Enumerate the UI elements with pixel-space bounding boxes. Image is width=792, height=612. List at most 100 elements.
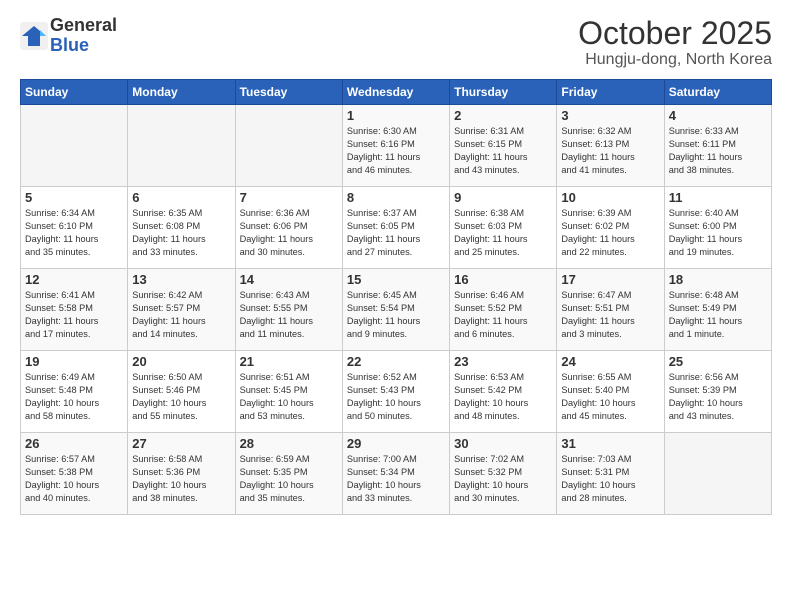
month-title: October 2025	[578, 16, 772, 51]
calendar-cell: 22 Sunrise: 6:52 AM Sunset: 5:43 PM Dayli…	[342, 351, 449, 433]
calendar-cell: 27 Sunrise: 6:58 AM Sunset: 5:36 PM Dayli…	[128, 433, 235, 515]
day-number: 7	[240, 190, 338, 205]
day-number: 20	[132, 354, 230, 369]
calendar-header-row: Sunday Monday Tuesday Wednesday Thursday…	[21, 80, 772, 105]
calendar-cell: 20 Sunrise: 6:50 AM Sunset: 5:46 PM Dayli…	[128, 351, 235, 433]
title-block: October 2025 Hungju-dong, North Korea	[578, 16, 772, 69]
day-info: Sunrise: 6:39 AM Sunset: 6:02 PM Dayligh…	[561, 207, 659, 259]
day-info: Sunrise: 6:57 AM Sunset: 5:38 PM Dayligh…	[25, 453, 123, 505]
day-info: Sunrise: 6:53 AM Sunset: 5:42 PM Dayligh…	[454, 371, 552, 423]
logo-icon	[20, 22, 48, 50]
day-info: Sunrise: 6:38 AM Sunset: 6:03 PM Dayligh…	[454, 207, 552, 259]
day-info: Sunrise: 6:51 AM Sunset: 5:45 PM Dayligh…	[240, 371, 338, 423]
day-info: Sunrise: 6:30 AM Sunset: 6:16 PM Dayligh…	[347, 125, 445, 177]
col-wednesday: Wednesday	[342, 80, 449, 105]
day-number: 11	[669, 190, 767, 205]
calendar-table: Sunday Monday Tuesday Wednesday Thursday…	[20, 79, 772, 515]
day-info: Sunrise: 6:37 AM Sunset: 6:05 PM Dayligh…	[347, 207, 445, 259]
calendar-week-1: 1 Sunrise: 6:30 AM Sunset: 6:16 PM Daylig…	[21, 105, 772, 187]
page: General Blue October 2025 Hungju-dong, N…	[0, 0, 792, 612]
day-info: Sunrise: 6:42 AM Sunset: 5:57 PM Dayligh…	[132, 289, 230, 341]
day-info: Sunrise: 7:03 AM Sunset: 5:31 PM Dayligh…	[561, 453, 659, 505]
day-info: Sunrise: 6:43 AM Sunset: 5:55 PM Dayligh…	[240, 289, 338, 341]
day-number: 1	[347, 108, 445, 123]
day-number: 26	[25, 436, 123, 451]
day-number: 18	[669, 272, 767, 287]
day-info: Sunrise: 6:45 AM Sunset: 5:54 PM Dayligh…	[347, 289, 445, 341]
day-number: 16	[454, 272, 552, 287]
calendar-cell: 30 Sunrise: 7:02 AM Sunset: 5:32 PM Dayli…	[450, 433, 557, 515]
day-number: 19	[25, 354, 123, 369]
day-number: 3	[561, 108, 659, 123]
day-info: Sunrise: 6:35 AM Sunset: 6:08 PM Dayligh…	[132, 207, 230, 259]
day-info: Sunrise: 6:31 AM Sunset: 6:15 PM Dayligh…	[454, 125, 552, 177]
day-number: 21	[240, 354, 338, 369]
calendar-cell: 24 Sunrise: 6:55 AM Sunset: 5:40 PM Dayli…	[557, 351, 664, 433]
day-number: 8	[347, 190, 445, 205]
calendar-cell: 31 Sunrise: 7:03 AM Sunset: 5:31 PM Dayli…	[557, 433, 664, 515]
day-number: 14	[240, 272, 338, 287]
logo: General Blue	[20, 16, 117, 56]
day-number: 29	[347, 436, 445, 451]
day-info: Sunrise: 6:56 AM Sunset: 5:39 PM Dayligh…	[669, 371, 767, 423]
day-number: 9	[454, 190, 552, 205]
day-number: 6	[132, 190, 230, 205]
location-subtitle: Hungju-dong, North Korea	[578, 51, 772, 69]
calendar-cell	[128, 105, 235, 187]
calendar-cell: 6 Sunrise: 6:35 AM Sunset: 6:08 PM Daylig…	[128, 187, 235, 269]
calendar-cell	[235, 105, 342, 187]
calendar-cell: 28 Sunrise: 6:59 AM Sunset: 5:35 PM Dayli…	[235, 433, 342, 515]
col-monday: Monday	[128, 80, 235, 105]
day-number: 27	[132, 436, 230, 451]
day-number: 22	[347, 354, 445, 369]
day-info: Sunrise: 7:00 AM Sunset: 5:34 PM Dayligh…	[347, 453, 445, 505]
day-info: Sunrise: 6:55 AM Sunset: 5:40 PM Dayligh…	[561, 371, 659, 423]
day-number: 2	[454, 108, 552, 123]
day-number: 13	[132, 272, 230, 287]
day-number: 28	[240, 436, 338, 451]
calendar-week-3: 12Sunrise: 6:41 AM Sunset: 5:58 PM Dayli…	[21, 269, 772, 351]
day-number: 10	[561, 190, 659, 205]
calendar-cell	[21, 105, 128, 187]
day-number: 30	[454, 436, 552, 451]
calendar-week-2: 5 Sunrise: 6:34 AM Sunset: 6:10 PM Daylig…	[21, 187, 772, 269]
calendar-week-4: 19 Sunrise: 6:49 AM Sunset: 5:48 PM Dayli…	[21, 351, 772, 433]
calendar-cell: 12Sunrise: 6:41 AM Sunset: 5:58 PM Dayli…	[21, 269, 128, 351]
calendar-cell: 8 Sunrise: 6:37 AM Sunset: 6:05 PM Daylig…	[342, 187, 449, 269]
calendar-cell: 17Sunrise: 6:47 AM Sunset: 5:51 PM Dayli…	[557, 269, 664, 351]
day-info: Sunrise: 6:59 AM Sunset: 5:35 PM Dayligh…	[240, 453, 338, 505]
calendar-cell: 2 Sunrise: 6:31 AM Sunset: 6:15 PM Daylig…	[450, 105, 557, 187]
col-sunday: Sunday	[21, 80, 128, 105]
day-info: Sunrise: 6:32 AM Sunset: 6:13 PM Dayligh…	[561, 125, 659, 177]
logo-blue-text: Blue	[50, 35, 89, 55]
col-tuesday: Tuesday	[235, 80, 342, 105]
calendar-cell: 4Sunrise: 6:33 AM Sunset: 6:11 PM Daylig…	[664, 105, 771, 187]
col-thursday: Thursday	[450, 80, 557, 105]
day-number: 25	[669, 354, 767, 369]
day-info: Sunrise: 6:52 AM Sunset: 5:43 PM Dayligh…	[347, 371, 445, 423]
day-number: 12	[25, 272, 123, 287]
day-info: Sunrise: 6:50 AM Sunset: 5:46 PM Dayligh…	[132, 371, 230, 423]
day-number: 5	[25, 190, 123, 205]
calendar-cell: 3 Sunrise: 6:32 AM Sunset: 6:13 PM Daylig…	[557, 105, 664, 187]
calendar-cell: 14 Sunrise: 6:43 AM Sunset: 5:55 PM Dayli…	[235, 269, 342, 351]
day-number: 31	[561, 436, 659, 451]
day-info: Sunrise: 6:40 AM Sunset: 6:00 PM Dayligh…	[669, 207, 767, 259]
day-info: Sunrise: 7:02 AM Sunset: 5:32 PM Dayligh…	[454, 453, 552, 505]
col-saturday: Saturday	[664, 80, 771, 105]
calendar-cell: 23Sunrise: 6:53 AM Sunset: 5:42 PM Dayli…	[450, 351, 557, 433]
calendar-cell: 18Sunrise: 6:48 AM Sunset: 5:49 PM Dayli…	[664, 269, 771, 351]
day-number: 24	[561, 354, 659, 369]
day-info: Sunrise: 6:34 AM Sunset: 6:10 PM Dayligh…	[25, 207, 123, 259]
day-info: Sunrise: 6:47 AM Sunset: 5:51 PM Dayligh…	[561, 289, 659, 341]
day-number: 4	[669, 108, 767, 123]
calendar-cell: 7Sunrise: 6:36 AM Sunset: 6:06 PM Daylig…	[235, 187, 342, 269]
calendar-week-5: 26 Sunrise: 6:57 AM Sunset: 5:38 PM Dayli…	[21, 433, 772, 515]
day-info: Sunrise: 6:58 AM Sunset: 5:36 PM Dayligh…	[132, 453, 230, 505]
calendar-cell: 5 Sunrise: 6:34 AM Sunset: 6:10 PM Daylig…	[21, 187, 128, 269]
header: General Blue October 2025 Hungju-dong, N…	[20, 16, 772, 69]
calendar-cell: 1 Sunrise: 6:30 AM Sunset: 6:16 PM Daylig…	[342, 105, 449, 187]
day-info: Sunrise: 6:49 AM Sunset: 5:48 PM Dayligh…	[25, 371, 123, 423]
calendar-cell: 13 Sunrise: 6:42 AM Sunset: 5:57 PM Dayli…	[128, 269, 235, 351]
calendar-cell: 10 Sunrise: 6:39 AM Sunset: 6:02 PM Dayli…	[557, 187, 664, 269]
